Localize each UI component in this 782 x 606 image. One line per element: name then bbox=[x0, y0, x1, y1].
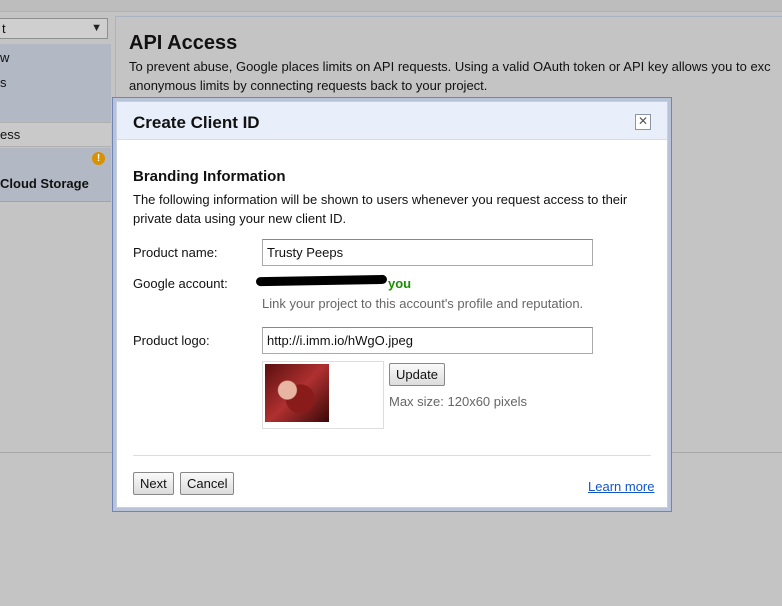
google-account-you: you bbox=[388, 276, 412, 291]
page-description: To prevent abuse, Google places limits o… bbox=[129, 57, 782, 95]
page-title: API Access bbox=[129, 32, 238, 54]
top-bar bbox=[0, 0, 782, 12]
logo-image bbox=[265, 364, 329, 422]
sidebar-item-cloud-storage[interactable]: Cloud Storage bbox=[0, 176, 89, 191]
dialog-body: Create Client ID ✕ Branding Information … bbox=[116, 101, 668, 508]
google-account-hint: Link your project to this account's prof… bbox=[262, 296, 584, 311]
sidebar-item-label: w bbox=[0, 50, 10, 65]
section-description: The following information will be shown … bbox=[133, 192, 628, 226]
dialog-divider bbox=[133, 455, 651, 456]
sidebar-item-services[interactable]: s bbox=[0, 75, 7, 90]
warning-icon: ! bbox=[92, 152, 105, 165]
logo-preview bbox=[262, 361, 384, 429]
project-select-value: t bbox=[2, 21, 6, 36]
sidebar-nav-group bbox=[0, 44, 111, 134]
cancel-button[interactable]: Cancel bbox=[180, 472, 235, 495]
product-logo-label: Product logo: bbox=[133, 333, 210, 348]
close-icon[interactable]: ✕ bbox=[635, 114, 651, 130]
sidebar-item-label: s bbox=[0, 75, 7, 90]
sidebar: t ▼ w s ess ! Cloud Storage bbox=[0, 12, 111, 452]
update-button[interactable]: Update bbox=[389, 363, 445, 386]
product-logo-input[interactable] bbox=[262, 327, 593, 354]
page-description-line-1: To prevent abuse, Google places limits o… bbox=[129, 59, 771, 74]
create-client-id-dialog: Create Client ID ✕ Branding Information … bbox=[112, 97, 672, 512]
dialog-title: Create Client ID bbox=[133, 113, 260, 132]
section-title: Branding Information bbox=[133, 168, 286, 185]
product-name-input[interactable] bbox=[262, 239, 593, 266]
sidebar-item-label: ess bbox=[0, 127, 21, 142]
page-description-line-2: anonymous limits by connecting requests … bbox=[129, 78, 488, 93]
google-account-label: Google account: bbox=[133, 276, 228, 291]
chevron-down-icon: ▼ bbox=[91, 22, 102, 34]
product-name-label: Product name: bbox=[133, 245, 218, 260]
learn-more-link[interactable]: Learn more bbox=[588, 479, 654, 494]
sidebar-item-overview[interactable]: w bbox=[0, 50, 9, 65]
max-size-hint: Max size: 120x60 pixels bbox=[389, 394, 528, 409]
dialog-header: Create Client ID ✕ bbox=[117, 102, 667, 140]
project-select[interactable]: t ▼ bbox=[0, 18, 108, 39]
sidebar-item-api-access[interactable]: ess bbox=[0, 122, 111, 147]
next-button[interactable]: Next bbox=[133, 472, 174, 495]
redacted-email bbox=[255, 274, 388, 287]
sidebar-item-label: Cloud Storage bbox=[0, 176, 89, 191]
